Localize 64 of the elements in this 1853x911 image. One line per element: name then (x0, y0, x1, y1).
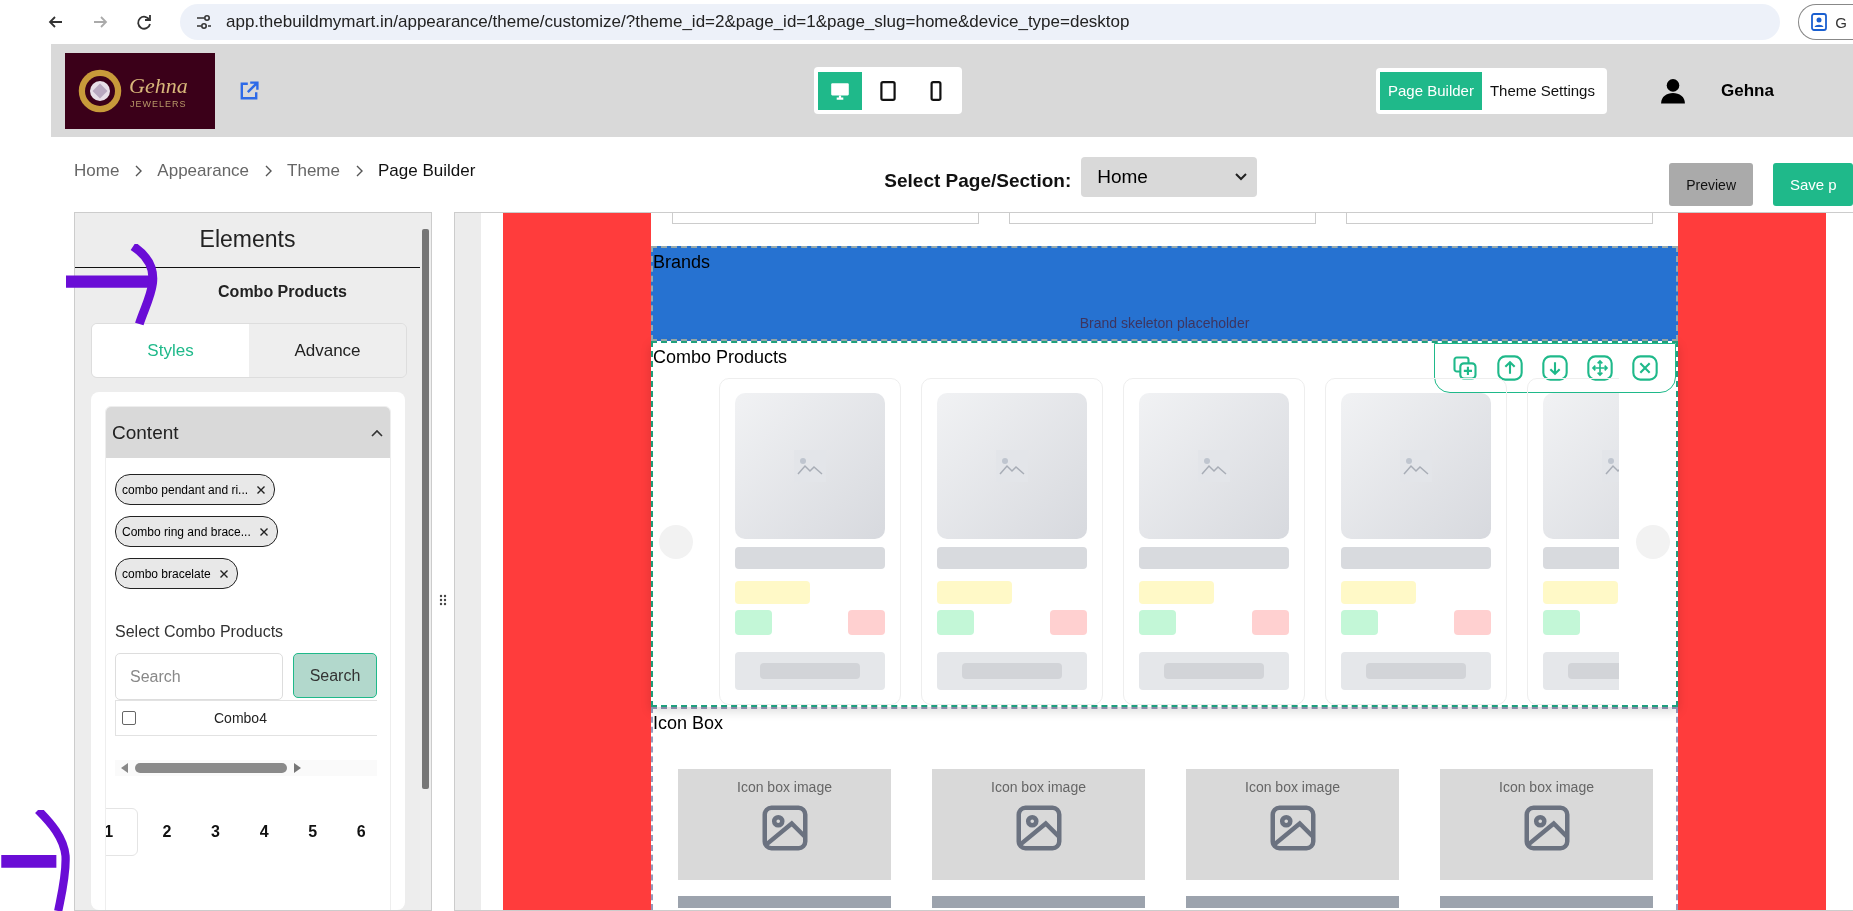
tag-skeleton (1543, 610, 1580, 635)
tag-skeleton (1050, 610, 1087, 635)
scroll-left-icon[interactable] (121, 763, 129, 773)
field-label: Select Combo Products (115, 623, 285, 641)
page-link[interactable]: 5 (292, 808, 333, 856)
icon-box-section[interactable]: Icon Box Icon box image Icon box image Icon box image Icon box image (651, 707, 1678, 910)
image-label: Icon box image (1245, 779, 1340, 795)
breadcrumb-item[interactable]: Home (74, 161, 120, 181)
chevron-down-icon[interactable] (1235, 173, 1248, 181)
image-label: Icon box image (1499, 779, 1594, 795)
page-link[interactable]: 6 (341, 808, 381, 856)
tag-skeleton (1341, 610, 1378, 635)
brands-section[interactable]: Brands Brand skeleton placeholder (651, 246, 1678, 341)
breadcrumb-item: Page Builder (377, 161, 476, 181)
reload-icon[interactable] (134, 12, 154, 32)
accordion-header[interactable]: Content (106, 407, 390, 458)
chevron-right-icon (263, 164, 274, 178)
page-select-label: Select Page/Section: (884, 170, 1072, 192)
search-button[interactable]: Search (293, 653, 377, 698)
page-link[interactable]: 1 (106, 808, 139, 856)
page-select[interactable]: Home (1081, 157, 1258, 197)
preview-button[interactable]: Preview (1669, 163, 1753, 206)
user-name: Gehna (1720, 80, 1774, 101)
image-label: Icon box image (737, 779, 832, 795)
site-settings-icon[interactable] (194, 12, 214, 32)
product-chip: combo bracelate (115, 558, 238, 589)
page-link[interactable]: 2 (147, 808, 187, 856)
mode-tab[interactable]: Theme Settings (1481, 71, 1603, 110)
profile-button[interactable]: G (1798, 4, 1853, 40)
profile-icon[interactable] (1809, 12, 1830, 32)
remove-icon[interactable] (258, 526, 269, 537)
section-title: Brands (653, 252, 711, 273)
url-text: app.thebuildmymart.in/appearance/theme/customize/?theme_id=2&page_id=1&page_slug=home&device_type=desktop (226, 12, 1130, 32)
table-cell: Combo4 (214, 710, 267, 726)
tag-skeleton (848, 610, 885, 635)
breadcrumb-item[interactable]: Appearance (157, 161, 250, 181)
tag-skeleton (1139, 610, 1176, 635)
page-link[interactable]: 4 (244, 808, 284, 856)
element-name: Combo Products (218, 283, 347, 301)
page-link[interactable]: 3 (195, 808, 236, 856)
horizontal-scrollbar[interactable] (115, 760, 377, 776)
remove-icon[interactable] (256, 484, 267, 495)
user-icon[interactable] (1658, 76, 1687, 105)
chevron-right-icon (133, 164, 144, 178)
address-bar[interactable]: app.thebuildmymart.in/appearance/theme/customize/?theme_id=2&page_id=1&page_slug=home&device_type=desktop (180, 4, 1781, 40)
section-title: Icon Box (653, 713, 724, 734)
search-field[interactable]: Search (115, 653, 283, 700)
chevron-icon[interactable] (370, 427, 384, 438)
drag-handle-icon[interactable] (438, 592, 448, 608)
placeholder-text: Brand skeleton placeholder (1079, 315, 1250, 331)
tag-skeleton (937, 610, 974, 635)
tag-skeleton (1252, 610, 1289, 635)
scroll-right-icon[interactable] (293, 763, 301, 773)
breadcrumb-item[interactable]: Theme (287, 161, 340, 181)
tag-skeleton (1454, 610, 1491, 635)
logo: Gehna JEWELERS (65, 52, 215, 129)
section-title: Combo Products (653, 347, 788, 368)
tablet-icon[interactable] (877, 79, 899, 102)
product-chip: combo pendant and ri... (115, 474, 276, 505)
remove-icon[interactable] (218, 568, 229, 579)
tag-skeleton (735, 610, 772, 635)
checkbox[interactable] (122, 711, 136, 725)
product-chip: Combo ring and brace... (115, 516, 278, 547)
image-label: Icon box image (991, 779, 1086, 795)
